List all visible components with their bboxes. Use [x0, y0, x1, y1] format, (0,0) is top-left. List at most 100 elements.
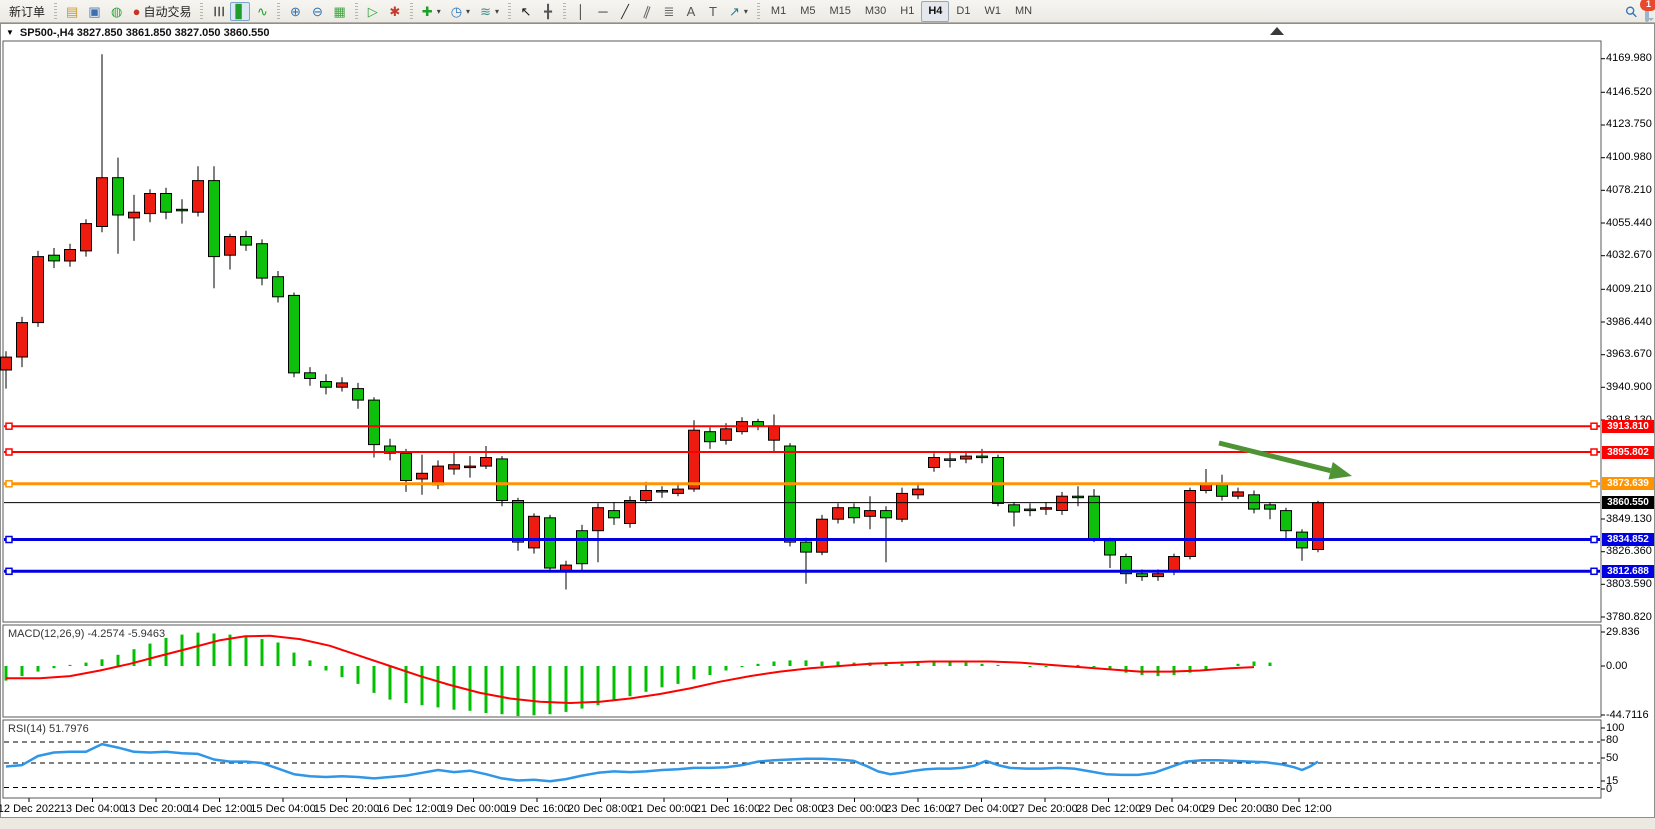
fibonacci-icon: ≣ — [664, 5, 675, 18]
price-axis-label[interactable]: 4032.670 — [1606, 250, 1652, 261]
timeframe-mn-button[interactable]: MN — [1008, 1, 1039, 22]
new-chart-button[interactable]: ✱ — [385, 2, 405, 21]
time-axis-label[interactable]: 23 Dec 16:00 — [885, 803, 950, 815]
time-axis-label[interactable]: 19 Dec 16:00 — [504, 803, 569, 815]
periodicity-clock-button[interactable]: ◷▾ — [447, 2, 474, 21]
time-axis-label[interactable]: 21 Dec 00:00 — [631, 803, 696, 815]
indicator-list-icon: ▷ — [368, 5, 378, 18]
price-line-badge: 3913.810 — [1602, 420, 1654, 433]
price-axis-label[interactable]: 4055.440 — [1606, 218, 1652, 229]
search-icon[interactable]: ⚲ — [1621, 1, 1642, 22]
collapse-icon[interactable]: ▼ — [6, 28, 14, 37]
indicator-list-button[interactable]: ▷ — [363, 2, 383, 21]
time-axis-label[interactable]: 27 Dec 04:00 — [949, 803, 1014, 815]
timeframe-m5-button[interactable]: M5 — [793, 1, 822, 22]
trendline-button[interactable]: ╱ — [615, 2, 635, 21]
time-axis-label[interactable]: 29 Dec 04:00 — [1139, 803, 1204, 815]
add-indicator-button[interactable]: ✚▾ — [418, 2, 445, 21]
auto-trading-button-icon: ● — [133, 5, 141, 18]
new-chart-icon: ✱ — [389, 5, 400, 18]
timeframe-m30-button[interactable]: M30 — [858, 1, 893, 22]
time-axis-label[interactable]: 19 Dec 00:00 — [441, 803, 506, 815]
chevron-down-icon: ▾ — [744, 7, 748, 16]
time-axis-label[interactable]: 12 Dec 2022 — [0, 803, 60, 815]
time-axis-label[interactable]: 14 Dec 12:00 — [187, 803, 252, 815]
crosshair-button[interactable]: ╋ — [538, 2, 558, 21]
chat-icon[interactable]: 1 — [1645, 3, 1649, 21]
timeframe-m1-button[interactable]: M1 — [764, 1, 793, 22]
time-axis-label[interactable]: 21 Dec 16:00 — [695, 803, 760, 815]
channel-icon: ∥ — [642, 4, 653, 18]
channel-button[interactable]: ∥ — [637, 2, 657, 21]
price-axis-label[interactable]: 3963.670 — [1606, 349, 1652, 360]
time-axis-label[interactable]: 15 Dec 04:00 — [250, 803, 315, 815]
time-axis-label[interactable]: 16 Dec 12:00 — [377, 803, 442, 815]
time-axis-label[interactable]: 20 Dec 08:00 — [568, 803, 633, 815]
timeframe-m15-button[interactable]: M15 — [822, 1, 857, 22]
price-axis-label[interactable]: 3849.130 — [1606, 514, 1652, 525]
price-axis-label[interactable]: 4078.210 — [1606, 185, 1652, 196]
time-axis-label[interactable]: 13 Dec 04:00 — [60, 803, 125, 815]
market-watch-button[interactable]: ▤ — [62, 2, 82, 21]
price-axis-label[interactable]: 4123.750 — [1606, 119, 1652, 130]
time-axis-label[interactable]: 28 Dec 12:00 — [1076, 803, 1141, 815]
rsi-axis-label: 0 — [1606, 784, 1612, 795]
trendline-icon: ╱ — [621, 5, 629, 18]
zoom-out-icon: ⊖ — [312, 5, 323, 18]
toolbar-grip — [563, 3, 566, 19]
template-icon: ≋ — [480, 5, 491, 18]
timeframe-h1-button[interactable]: H1 — [893, 1, 921, 22]
price-axis-label[interactable]: 3986.440 — [1606, 317, 1652, 328]
price-axis-label[interactable]: 3940.900 — [1606, 382, 1652, 393]
text-button[interactable]: A — [681, 2, 701, 21]
cursor-button[interactable]: ↖ — [516, 2, 536, 21]
macd-indicator-label: MACD(12,26,9) -4.2574 -5.9463 — [8, 628, 165, 640]
auto-trading-button-button[interactable]: ●自动交易 — [129, 2, 196, 21]
price-axis-label[interactable]: 3803.590 — [1606, 579, 1652, 590]
price-axis-label[interactable]: 4169.980 — [1606, 53, 1652, 64]
chart-area[interactable] — [0, 0, 1655, 829]
tile-windows-icon: ▦ — [333, 5, 345, 18]
price-axis-label[interactable]: 4146.520 — [1606, 87, 1652, 98]
bar-chart-mode-icon: ☰ — [212, 5, 225, 17]
toolbar-grip — [200, 3, 203, 19]
horizontal-line-button[interactable]: ─ — [593, 2, 613, 21]
rsi-axis-label: 100 — [1606, 723, 1624, 734]
chart-title-bar[interactable]: ▼ SP500-,H4 3827.850 3861.850 3827.050 3… — [6, 25, 269, 40]
crosshair-icon: ╋ — [544, 5, 552, 18]
time-axis-label[interactable]: 23 Dec 00:00 — [822, 803, 887, 815]
terminal-button[interactable]: ▣ — [84, 2, 104, 21]
time-axis-label[interactable]: 15 Dec 20:00 — [314, 803, 379, 815]
terminal-icon: ▣ — [88, 5, 100, 18]
signal-button[interactable]: ◍ — [107, 2, 127, 21]
price-axis-label[interactable]: 4100.980 — [1606, 152, 1652, 163]
toolbar-grip — [508, 3, 511, 19]
price-axis-label[interactable]: 4009.210 — [1606, 284, 1652, 295]
time-axis-label[interactable]: 29 Dec 20:00 — [1203, 803, 1268, 815]
macd-axis-label: -44.7116 — [1606, 710, 1649, 721]
price-axis-label[interactable]: 3826.360 — [1606, 546, 1652, 557]
time-axis-label[interactable]: 27 Dec 20:00 — [1012, 803, 1077, 815]
market-watch-icon: ▤ — [66, 5, 78, 18]
price-line-badge: 3834.852 — [1602, 533, 1654, 546]
line-chart-mode-button[interactable]: ∿ — [252, 2, 272, 21]
time-axis-label[interactable]: 22 Dec 08:00 — [758, 803, 823, 815]
new-order-button[interactable]: 新订单 — [5, 2, 49, 21]
time-axis-label[interactable]: 13 Dec 20:00 — [123, 803, 188, 815]
fibonacci-button[interactable]: ≣ — [659, 2, 679, 21]
tile-windows-button[interactable]: ▦ — [329, 2, 349, 21]
timeframe-d1-button[interactable]: D1 — [949, 1, 977, 22]
macd-axis-label: 29.836 — [1606, 627, 1640, 638]
arrows-button[interactable]: ↗▾ — [725, 2, 752, 21]
time-axis-label[interactable]: 30 Dec 12:00 — [1266, 803, 1331, 815]
timeframe-w1-button[interactable]: W1 — [977, 1, 1008, 22]
zoom-out-button[interactable]: ⊖ — [307, 2, 327, 21]
zoom-in-button[interactable]: ⊕ — [285, 2, 305, 21]
text-label-button[interactable]: T — [703, 2, 723, 21]
price-axis-label[interactable]: 3780.820 — [1606, 612, 1652, 623]
vertical-line-button[interactable]: │ — [571, 2, 591, 21]
bar-chart-mode-button[interactable]: ☰ — [208, 2, 228, 21]
timeframe-h4-button[interactable]: H4 — [921, 1, 949, 22]
template-button[interactable]: ≋▾ — [476, 2, 503, 21]
candlestick-mode-button[interactable]: ▋ — [230, 2, 250, 21]
